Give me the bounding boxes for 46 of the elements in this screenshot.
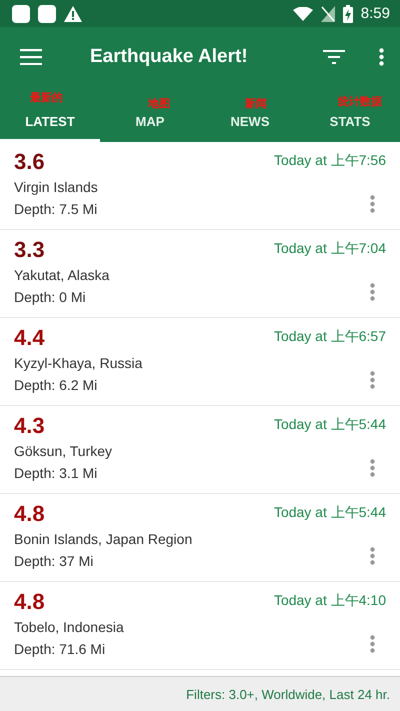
- depth: Depth: 37 Mi: [14, 552, 94, 571]
- depth: Depth: 3.1 Mi: [14, 464, 98, 483]
- magnitude: 4.3: [14, 412, 46, 440]
- more-button[interactable]: [377, 46, 386, 68]
- time: Today at 上午7:56: [274, 152, 386, 170]
- filter-button[interactable]: [321, 48, 347, 66]
- row-more-button[interactable]: [368, 193, 377, 215]
- app-title: Earthquake Alert!: [90, 46, 248, 68]
- row-more-button[interactable]: [368, 457, 377, 479]
- annotation-label: 地图: [148, 97, 171, 111]
- menu-button[interactable]: [18, 47, 44, 67]
- location: Göksun, Turkey: [14, 442, 114, 461]
- row-more-button[interactable]: [368, 369, 377, 391]
- depth: Depth: 7.5 Mi: [14, 200, 98, 219]
- time: Today at 上午6:57: [274, 328, 386, 346]
- magnitude: 4.8: [14, 588, 46, 616]
- depth: Depth: 0 Mi: [14, 288, 87, 307]
- battery-charging-icon: [342, 4, 353, 22]
- magnitude: 4.8: [14, 500, 46, 528]
- time: Today at 上午5:44: [274, 504, 386, 522]
- row-more-button[interactable]: [368, 633, 377, 655]
- time: Today at 上午7:04: [274, 240, 386, 258]
- time: Today at 上午5:44: [274, 416, 386, 434]
- app-notification-icon: [12, 4, 30, 22]
- time: Today at 上午4:10: [274, 592, 386, 610]
- magnitude: 4.4: [14, 324, 46, 352]
- annotation-label: 统计数据: [338, 95, 383, 109]
- location: Virgin Islands: [14, 178, 99, 197]
- row-more-button[interactable]: [368, 545, 377, 567]
- depth: Depth: 71.6 Mi: [14, 640, 106, 659]
- location: Yakutat, Alaska: [14, 266, 110, 285]
- row-more-button[interactable]: [368, 281, 377, 303]
- location: Kyzyl-Khaya, Russia: [14, 354, 144, 373]
- location: Bonin Islands, Japan Region: [14, 530, 194, 549]
- filters-summary: Filters: 3.0+, Worldwide, Last 24 hr.: [186, 686, 390, 702]
- magnitude: 3.6: [14, 148, 46, 176]
- annotation-label: 新闻: [245, 97, 268, 111]
- location: Tobelo, Indonesia: [14, 618, 125, 637]
- app-notification-icon: [38, 4, 56, 22]
- warning-icon: [64, 6, 82, 22]
- wifi-icon: [292, 6, 313, 20]
- magnitude: 3.3: [14, 236, 46, 264]
- annotation-label: 最新的: [30, 91, 64, 105]
- no-signal-icon: [320, 6, 335, 22]
- depth: Depth: 6.2 Mi: [14, 376, 98, 395]
- status-time: 8:59: [360, 5, 390, 22]
